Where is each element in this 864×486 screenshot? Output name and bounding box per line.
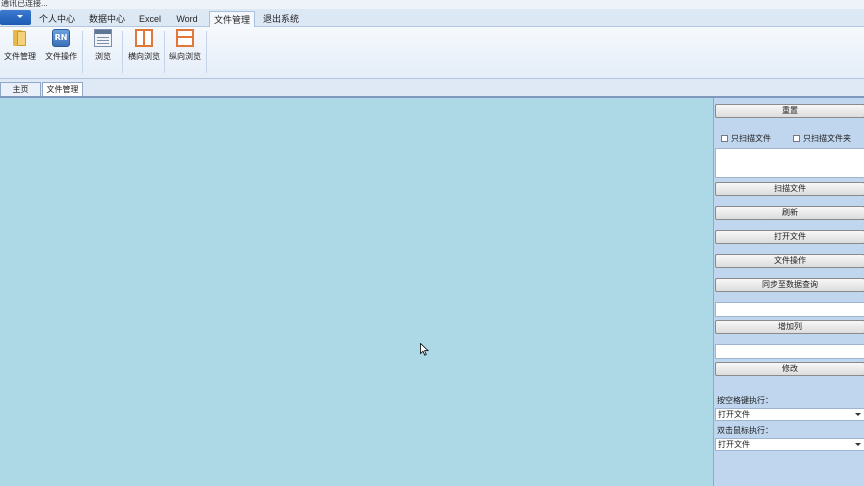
dropdown-arrow-icon [855,413,861,416]
file-operation-label: 文件操作 [45,52,77,61]
modify-button[interactable]: 修改 [715,362,864,376]
file-management-button[interactable]: 文件管理 [3,29,37,71]
double-click-action-label: 双击鼠标执行： [717,426,773,435]
ribbon-separator [82,31,83,73]
scan-files-only-checkbox[interactable]: 只扫描文件 [721,134,771,144]
ribbon-separator [164,31,165,73]
scan-path-input[interactable] [715,148,864,178]
reset-button[interactable]: 重置 [715,104,864,118]
connection-status: 通讯已连接... [0,0,864,9]
ribbon-tab-bar: 个人中心 数据中心 Excel Word 文件管理 退出系统 [0,9,864,28]
browse-button[interactable]: 浏览 [88,29,118,71]
document-browse-icon [94,29,112,47]
tab-data-center[interactable]: 数据中心 [83,11,131,27]
ribbon-separator [122,31,123,73]
open-file-button[interactable]: 打开文件 [715,230,864,244]
scan-folders-only-checkbox[interactable]: 只扫描文件夹 [793,134,851,144]
ribbon-separator [206,31,207,73]
tab-personal-center[interactable]: 个人中心 [33,11,81,27]
add-column-button[interactable]: 增加列 [715,320,864,334]
checkbox-icon [793,135,800,142]
application-menu-button[interactable] [0,10,31,25]
space-key-action-select[interactable]: 打开文件 [715,408,864,421]
double-click-action-value: 打开文件 [718,440,750,449]
tab-exit-system[interactable]: 退出系统 [258,11,304,27]
file-operation-panel-button[interactable]: 文件操作 [715,254,864,268]
space-key-action-label: 按空格键执行： [717,396,773,405]
file-management-label: 文件管理 [4,52,36,61]
tab-home[interactable]: 主页 [0,82,41,97]
control-panel: 重置 只扫描文件 只扫描文件夹 扫描文件 刷新 打开文件 文件操作 同步至数据查… [714,98,864,486]
horizontal-browse-button[interactable]: 横向浏览 [127,29,161,71]
vertical-browse-label: 纵向浏览 [169,52,201,61]
space-key-action-value: 打开文件 [718,410,750,419]
browse-label: 浏览 [95,52,111,61]
tab-file-management[interactable]: 文件管理 [209,11,255,28]
tab-word[interactable]: Word [169,11,205,27]
document-tab-bar: 主页 文件管理 [0,80,864,97]
sync-to-data-query-button[interactable]: 同步至数据查询 [715,278,864,292]
vertical-layout-icon [176,29,194,47]
ribbon-toolbar: 文件管理 RN 文件操作 浏览 横向浏览 纵向浏览 [0,27,864,79]
horizontal-browse-label: 横向浏览 [128,52,160,61]
checkbox-icon [721,135,728,142]
horizontal-layout-icon [135,29,153,47]
scan-files-only-label: 只扫描文件 [731,134,771,143]
refresh-button[interactable]: 刷新 [715,206,864,220]
add-column-input[interactable] [715,302,864,317]
file-list-area[interactable] [0,98,714,486]
dropdown-arrow-icon [855,443,861,446]
folder-icon [11,29,29,47]
file-operation-button[interactable]: RN 文件操作 [44,29,78,71]
modify-input[interactable] [715,344,864,359]
scan-folders-only-label: 只扫描文件夹 [803,134,851,143]
scan-files-button[interactable]: 扫描文件 [715,182,864,196]
vertical-browse-button[interactable]: 纵向浏览 [168,29,202,71]
rn-file-icon: RN [52,29,70,47]
chevron-down-icon [17,15,23,18]
tab-excel[interactable]: Excel [133,11,167,27]
tab-file-manager[interactable]: 文件管理 [42,82,83,97]
double-click-action-select[interactable]: 打开文件 [715,438,864,451]
